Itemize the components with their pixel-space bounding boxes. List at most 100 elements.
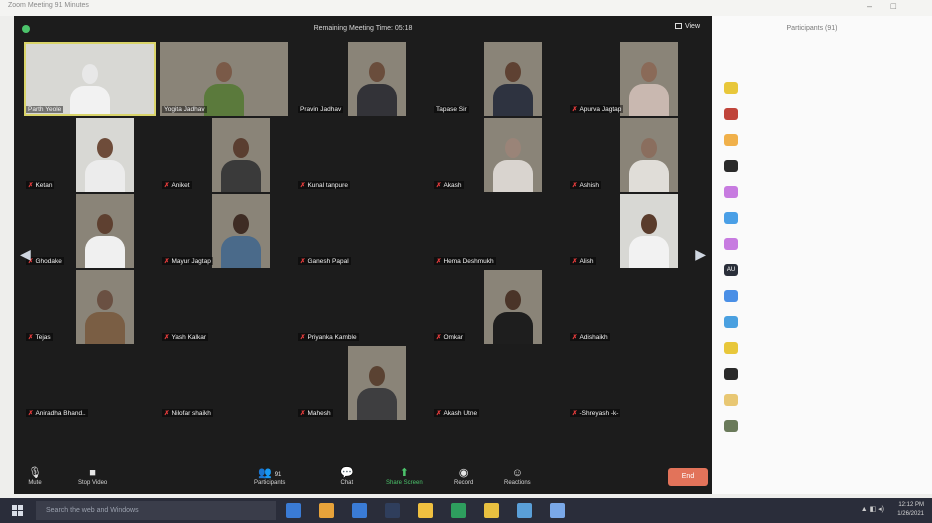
participants-icon: 👥 91 [257,467,282,479]
participants-button[interactable]: 👥 91 Participants [254,466,285,486]
participant-tile[interactable]: ✗ Priyanka Kamble [296,270,428,344]
participant-tile[interactable]: ✗ Ashish [568,118,700,192]
taskbar-app-icon[interactable] [385,503,400,518]
share-screen-button[interactable]: ⬆ Share Screen [386,466,423,486]
participant-tile[interactable]: Tapase Sir [432,42,564,116]
end-meeting-button[interactable]: End [668,468,708,486]
record-icon: ◉ [458,467,469,479]
taskbar-app-icon[interactable] [550,503,565,518]
participant-shoulders [357,84,397,116]
participant-tile[interactable]: ✗ Aniradha Bhand.. [24,346,156,420]
participant-avatar-icon[interactable]: AU [724,264,738,276]
chat-button[interactable]: 💬 Chat [340,466,354,486]
participant-tile[interactable]: ✗ Tejas [24,270,156,344]
participant-avatar-icon[interactable] [724,108,738,120]
participant-tile[interactable]: ✗ Nilofar shaikh [160,346,292,420]
next-page-arrow-icon[interactable]: ▶ [695,246,706,263]
muted-mic-icon: ✗ [572,106,578,113]
participant-video [24,42,156,116]
taskbar-app-icon[interactable] [286,503,301,518]
muted-mic-icon: ✗ [300,334,306,341]
system-tray-icons[interactable]: ▲ ◧ ◂) [861,505,884,513]
participant-tile[interactable]: ✗ Akash [432,118,564,192]
participant-name-text: Ghodake [35,258,62,265]
participant-name-text: -Shreyash -k- [579,410,619,417]
taskbar-app-icon[interactable] [319,503,334,518]
participant-name: ✗ Aniket [162,181,192,189]
participant-avatar-icon[interactable] [724,420,738,432]
participant-tile[interactable]: ✗ Hema Deshmukh [432,194,564,268]
view-label: View [684,23,700,30]
view-button[interactable]: View [674,23,700,30]
minimize-button[interactable]: – [867,1,872,11]
reactions-icon: ☺ [511,467,523,479]
participant-tile[interactable]: ✗ Alish [568,194,700,268]
participant-tile[interactable]: Parth Yeole [24,42,156,116]
participant-tile[interactable]: ✗ Omkar [432,270,564,344]
participant-tile[interactable]: ✗ Akash Utne [432,346,564,420]
muted-mic-icon: ✗ [572,182,578,189]
stop-video-button[interactable]: ■ Stop Video [78,466,107,486]
participant-shoulders [357,388,397,420]
participant-name-text: Mayur Jagtap [171,258,211,265]
participant-tile[interactable]: ✗ Aniket [160,118,292,192]
participant-name-text: Omkar [443,334,463,341]
taskbar-app-icon[interactable] [352,503,367,518]
record-button[interactable]: ◉ Record [454,466,473,486]
participant-video [484,42,542,116]
participant-tile[interactable]: ✗ Ghodake [24,194,156,268]
previous-page-arrow-icon[interactable]: ◀ [20,246,31,263]
participant-avatar-icon[interactable] [724,160,738,172]
participant-avatar-icon[interactable] [724,82,738,94]
participant-avatar-icon[interactable] [724,394,738,406]
participants-panel-title: Participants (91) [786,25,838,32]
participant-tile[interactable]: Pravin Jadhav [296,42,428,116]
remaining-time-label: Remaining Meeting Time: 05:18 [313,25,413,32]
participant-name-text: Aniket [171,182,190,189]
participant-avatar-icon[interactable] [724,212,738,224]
reactions-button[interactable]: ☺ Reactions [504,466,531,486]
windows-start-icon[interactable] [12,505,23,516]
participant-tile[interactable]: Yogita Jadhav [160,42,292,116]
participant-tile[interactable]: ✗ Mahesh [296,346,428,420]
taskbar-clock[interactable]: 12:12 PM 1/26/2021 [897,501,924,519]
mute-label: Mute [28,480,42,486]
taskbar-search-input[interactable]: Search the web and Windows [36,501,276,520]
participant-name: ✗ Ashish [570,181,601,189]
mute-button[interactable]: 🎙 Mute [28,466,42,486]
participant-tile[interactable]: ✗ Ketan [24,118,156,192]
maximize-button[interactable]: □ [891,1,896,11]
taskbar-app-icon[interactable] [484,503,499,518]
participant-avatar-icon[interactable] [724,290,738,302]
participant-tile[interactable]: ✗ Apurva Jagtap [568,42,700,116]
participant-shoulders [629,160,669,192]
participant-tile[interactable]: ✗ Mayur Jagtap [160,194,292,268]
muted-mic-icon: ✗ [436,334,442,341]
participant-avatar-icon[interactable] [724,368,738,380]
participant-avatar-icon[interactable] [724,342,738,354]
participant-avatar-icon[interactable] [724,186,738,198]
participant-name: ✗ Hema Deshmukh [434,257,496,265]
participant-avatar-icon[interactable] [724,238,738,250]
stop-video-label: Stop Video [78,480,108,486]
participant-name-text: Alish [579,258,594,265]
participant-face [97,138,113,158]
participant-name-text: Priyanka Kamble [307,334,357,341]
taskbar-app-icon[interactable] [418,503,433,518]
taskbar-app-icon[interactable] [451,503,466,518]
gallery-view-icon [674,23,682,29]
participant-face [641,138,657,158]
taskbar-app-icon[interactable] [517,503,532,518]
muted-mic-icon: ✗ [164,410,170,417]
desktop-screen: Zoom Meeting 91 Minutes – □ Remaining Me… [0,0,932,523]
participant-tile[interactable]: ✗ -Shreyash -k- [568,346,700,420]
participant-tile[interactable]: ✗ Kunal tanpure [296,118,428,192]
participant-name: ✗ Akash [434,181,464,189]
participant-avatar-icon[interactable] [724,134,738,146]
participant-tile[interactable]: ✗ Ganesh Papal [296,194,428,268]
participant-avatar-icon[interactable] [724,316,738,328]
participants-label: Participants [254,480,286,486]
participant-tile[interactable]: ✗ Adishaikh [568,270,700,344]
participant-name: Tapase Sir [434,106,469,113]
participant-tile[interactable]: ✗ Yash Kalkar [160,270,292,344]
